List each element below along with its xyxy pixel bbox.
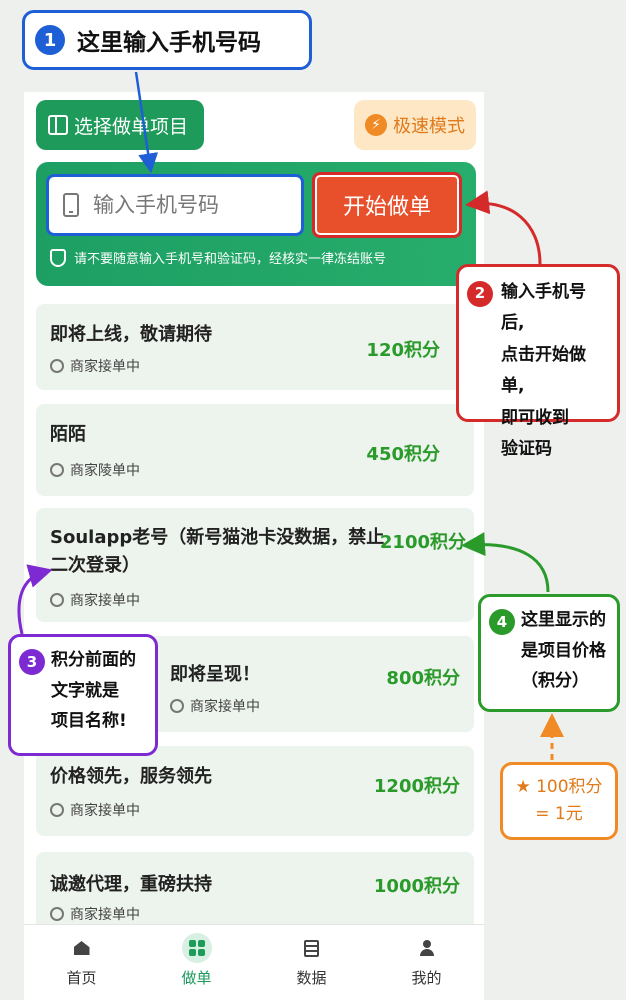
lightning-icon: ⚡ <box>365 114 387 136</box>
annotation-text: 积分前面的 文字就是 项目名称! <box>51 645 136 737</box>
project-name: 即将呈现！ <box>170 664 260 685</box>
warning-notice: 请不要随意输入手机号和验证码，经核实一律冻结账号 <box>50 248 386 267</box>
annotation-line: 项目名称! <box>51 711 127 732</box>
tab-data[interactable]: 数据 <box>254 925 369 1000</box>
step-number: 4 <box>489 609 515 635</box>
project-points: 1200积分 <box>373 776 460 797</box>
list-item[interactable]: 即将上线，敬请期待 商家接单中 120积分 <box>36 304 474 390</box>
select-project-label: 选择做单项目 <box>74 115 189 138</box>
annotation-line: 是项目价格 <box>521 640 606 661</box>
tab-label: 数据 <box>296 969 327 987</box>
user-icon <box>412 933 442 963</box>
fast-mode-button[interactable]: ⚡ 极速模式 <box>354 100 476 150</box>
home-icon <box>67 933 97 963</box>
user-icon <box>50 593 64 607</box>
step-number: 3 <box>19 649 45 675</box>
annotation-3: 3 积分前面的 文字就是 项目名称! <box>8 634 158 756</box>
annotation-line: = 1元 <box>535 804 583 824</box>
tab-mine[interactable]: 我的 <box>369 925 484 1000</box>
user-icon <box>170 699 184 713</box>
annotation-text: 100积分 <box>536 776 603 797</box>
status-text: 商家接单中 <box>70 593 140 609</box>
project-name: 即将上线，敬请期待 <box>50 324 212 345</box>
star-icon: ★ <box>515 776 531 797</box>
annotation-line: 输入手机号后, <box>501 282 586 334</box>
annotation-text: 输入手机号后, 点击开始做单, 即可收到 验证码 <box>501 277 609 466</box>
annotation-line: 即可收到 <box>501 407 569 428</box>
order-panel: 开始做单 请不要随意输入手机号和验证码，经核实一律冻结账号 <box>36 162 476 286</box>
merchant-status: 商家接单中 <box>50 356 140 376</box>
project-points: 2100积分 <box>379 532 466 553</box>
annotation-text: 这里输入手机号码 <box>77 30 261 56</box>
project-points: 800积分 <box>386 668 460 689</box>
phone-input[interactable] <box>93 193 273 217</box>
annotation-line: 积分前面的 <box>51 650 136 670</box>
annotation-line: （积分） <box>521 671 589 692</box>
annotation-line: 文字就是 <box>51 680 119 701</box>
tab-order[interactable]: 做单 <box>139 925 254 1000</box>
grid-icon <box>181 933 212 963</box>
annotation-4: 4 这里显示的 是项目价格 （积分） <box>478 594 620 712</box>
mobile-phone-icon <box>63 193 79 217</box>
merchant-status: 商家接单中 <box>170 696 260 716</box>
user-icon <box>50 463 64 477</box>
project-name: Soulapp老号（新号猫池卡没数据，禁止 二次登录） <box>50 524 384 580</box>
project-points: 450积分 <box>366 444 440 465</box>
status-text: 商家接单中 <box>70 359 140 375</box>
project-name: 陌陌 <box>50 424 86 445</box>
merchant-status: 商家接单中 <box>50 800 140 820</box>
tab-label: 首页 <box>66 969 97 987</box>
tab-label: 做单 <box>181 969 212 987</box>
user-icon <box>50 907 64 921</box>
status-text: 商家接单中 <box>190 699 260 715</box>
project-name-line: 二次登录） <box>50 554 140 576</box>
tab-home[interactable]: 首页 <box>24 925 139 1000</box>
phone-input-box[interactable] <box>46 174 304 236</box>
panel-icon <box>48 115 68 135</box>
list-item[interactable]: 陌陌 商家陵单中 450积分 <box>36 404 474 496</box>
annotation-2: 2 输入手机号后, 点击开始做单, 即可收到 验证码 <box>456 264 620 459</box>
list-item[interactable]: 诚邀代理，重磅扶持 商家接单中 1000积分 <box>36 852 474 932</box>
project-points: 120积分 <box>366 340 440 361</box>
step-number: 2 <box>467 281 493 307</box>
status-text: 商家接单中 <box>70 803 140 819</box>
document-icon <box>297 933 327 963</box>
annotation-1: 1 这里输入手机号码 <box>22 10 312 70</box>
status-text: 商家陵单中 <box>70 463 140 479</box>
select-project-button[interactable]: 选择做单项目 <box>36 100 204 150</box>
user-icon <box>50 359 64 373</box>
project-name-line: Soulapp老号（新号猫池卡没数据，禁止 <box>50 527 385 548</box>
bottom-nav: 首页 做单 数据 我的 <box>24 924 484 1000</box>
project-points: 1000积分 <box>373 876 460 897</box>
fast-mode-label: 极速模式 <box>393 116 465 137</box>
tab-label: 我的 <box>411 969 442 987</box>
shield-icon <box>50 248 66 267</box>
merchant-status: 商家接单中 <box>50 590 140 610</box>
warning-text: 请不要随意输入手机号和验证码，经核实一律冻结账号 <box>74 252 387 267</box>
user-icon <box>50 803 64 817</box>
annotation-5: ★ 100积分 = 1元 <box>500 762 618 840</box>
project-name: 价格领先，服务领先 <box>50 766 212 787</box>
app-screen: 选择做单项目 ⚡ 极速模式 开始做单 请不要随意输入手机号和验证码，经核实一律冻… <box>24 92 484 1000</box>
annotation-line: 这里显示的 <box>521 610 606 630</box>
merchant-status: 商家陵单中 <box>50 460 140 480</box>
step-number: 1 <box>35 25 65 55</box>
list-item[interactable]: Soulapp老号（新号猫池卡没数据，禁止 二次登录） 商家接单中 2100积分 <box>36 508 474 622</box>
project-name: 诚邀代理，重磅扶持 <box>50 874 212 895</box>
status-text: 商家接单中 <box>70 907 140 923</box>
annotation-line: 验证码 <box>501 439 552 460</box>
merchant-status: 商家接单中 <box>50 904 140 924</box>
list-item[interactable]: 价格领先，服务领先 商家接单中 1200积分 <box>36 746 474 836</box>
annotation-line: 点击开始做单, <box>501 344 586 397</box>
annotation-line: ★ 100积分 <box>515 774 602 801</box>
annotation-text: 这里显示的 是项目价格 （积分） <box>521 605 606 697</box>
start-order-button[interactable]: 开始做单 <box>312 172 462 238</box>
